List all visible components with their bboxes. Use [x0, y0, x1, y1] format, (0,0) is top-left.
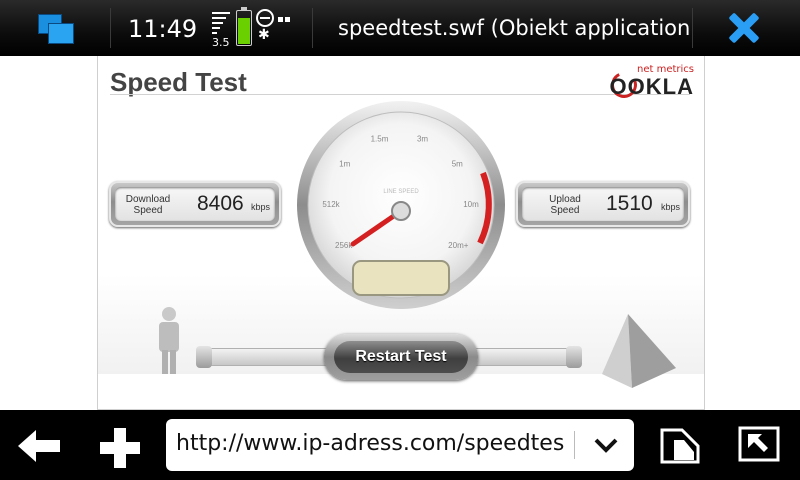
- gauge-tick-label: 1m: [339, 159, 350, 168]
- task-switcher-icon[interactable]: [38, 14, 78, 44]
- signal-icon: [212, 10, 232, 36]
- add-icon[interactable]: [100, 428, 140, 468]
- speed-gauge: 256k 512k 1m 1.5m 3m 5m 10m 20m+ LINE SPEED: [297, 101, 505, 309]
- restart-test-button[interactable]: Restart Test: [324, 334, 478, 380]
- chevron-down-icon[interactable]: [594, 435, 618, 455]
- upload-label-line2: Speed: [550, 205, 580, 216]
- gauge-tick-label: 20m+: [448, 241, 469, 250]
- upload-label: Upload Speed: [538, 194, 592, 216]
- bookmark-icon[interactable]: [660, 428, 700, 464]
- track-cap-right: [566, 346, 582, 368]
- url-input[interactable]: http://www.ip-adress.com/speedtest: [176, 431, 564, 456]
- speedtest-flash[interactable]: Speed Test net metrics OOKLA 256k 512k 1…: [97, 56, 705, 410]
- status-bar: 11:49 3.5 ✱ speedtest.swf (Obiekt applic…: [0, 0, 800, 56]
- browser-content: Speed Test net metrics OOKLA 256k 512k 1…: [0, 56, 800, 410]
- fullscreen-icon[interactable]: [738, 426, 780, 462]
- bluetooth-icon: ✱: [258, 27, 270, 43]
- person-icon: [159, 307, 179, 374]
- alarm-icon: [256, 9, 274, 27]
- track-cap-left: [196, 346, 212, 368]
- status-separator: [692, 8, 693, 48]
- download-speed-panel: Download Speed 8406 kbps: [109, 181, 281, 227]
- download-label-line1: Download: [125, 194, 171, 205]
- battery-icon: [236, 7, 252, 46]
- brand-logo: net metrics OOKLA: [607, 62, 698, 102]
- upload-unit: kbps: [661, 202, 681, 212]
- gauge-center-label: LINE SPEED: [383, 189, 419, 195]
- gauge-hub: [391, 201, 411, 221]
- restart-test-label: Restart Test: [355, 348, 447, 365]
- upload-label-line1: Upload: [549, 194, 581, 205]
- pyramid-icon: [602, 314, 676, 388]
- gauge-tick-label: 5m: [452, 159, 463, 168]
- status-separator: [312, 8, 313, 48]
- download-label-line2: Speed: [133, 205, 163, 216]
- gauge-tick-label: 256k: [335, 241, 353, 250]
- brand-name: OOKLA: [609, 74, 694, 99]
- dots-icon: [278, 17, 294, 25]
- window-title[interactable]: speedtest.swf (Obiekt application/x-shoc…: [338, 16, 690, 40]
- close-icon[interactable]: [728, 12, 760, 44]
- download-label: Download Speed: [121, 194, 175, 216]
- restart-button-inner: Restart Test: [334, 341, 468, 373]
- gauge-tick-label: 512k: [322, 200, 340, 209]
- gauge-tick-label: 1.5m: [371, 134, 389, 143]
- upload-value: 1510: [606, 192, 653, 215]
- gauge-tick-label: 3m: [417, 134, 428, 143]
- title-divider: [110, 94, 690, 95]
- browser-toolbar: http://www.ip-adress.com/speedtest: [0, 410, 800, 480]
- download-value: 8406: [197, 192, 244, 215]
- back-icon[interactable]: [18, 430, 60, 462]
- network-type: 3.5: [212, 36, 230, 49]
- url-bar[interactable]: http://www.ip-adress.com/speedtest: [166, 419, 634, 471]
- gauge-display: [352, 260, 450, 296]
- clock: 11:49: [128, 15, 198, 43]
- upload-speed-panel: Upload Speed 1510 kbps: [516, 181, 690, 227]
- url-separator: [574, 431, 575, 459]
- gauge-tick-label: 10m: [463, 200, 479, 209]
- download-unit: kbps: [251, 202, 271, 212]
- status-separator: [110, 8, 111, 48]
